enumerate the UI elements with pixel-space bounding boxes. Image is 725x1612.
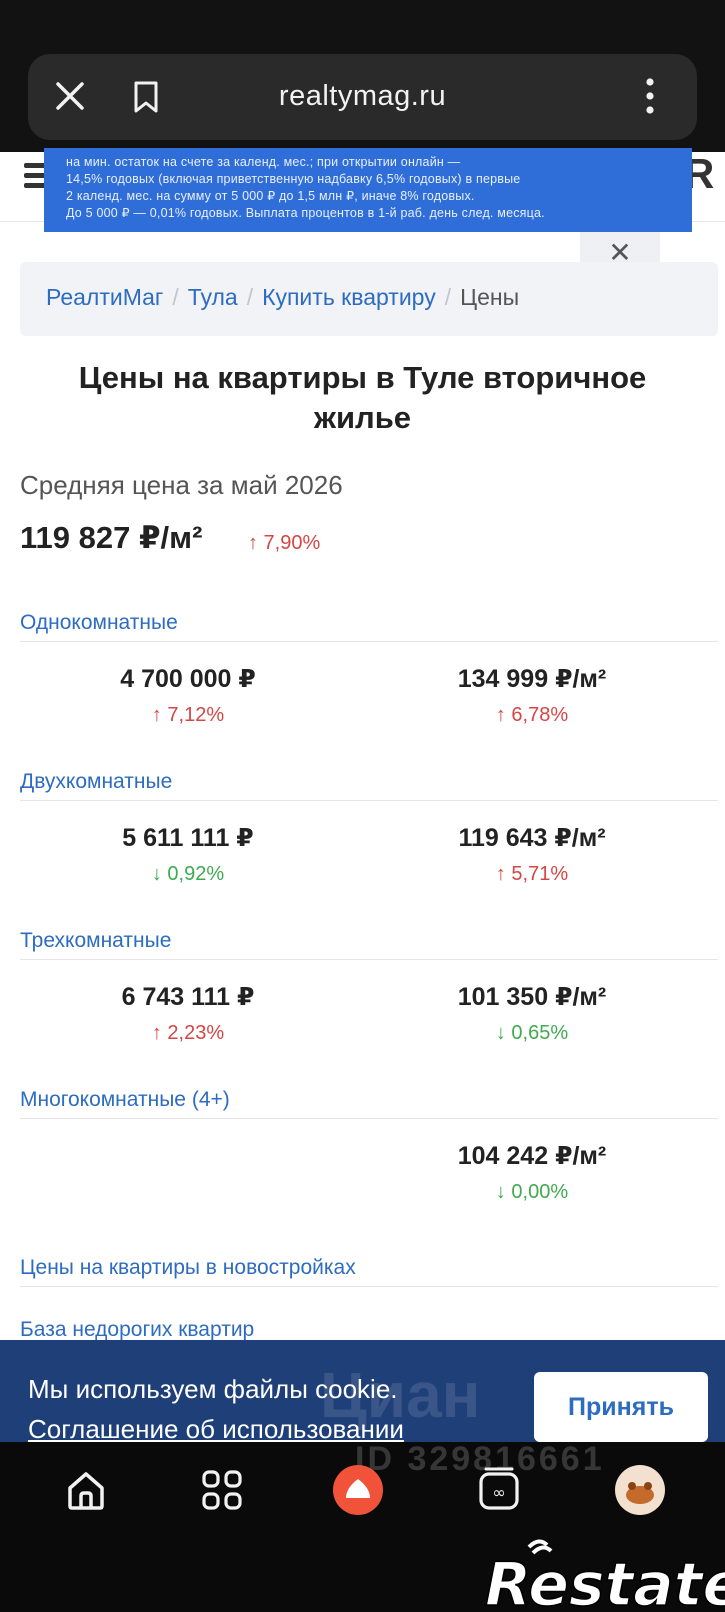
- three-room-price-change: ↑ 2,23%: [151, 1022, 225, 1044]
- one-room-price-per-m2: 134 999 ₽/м²: [457, 665, 607, 693]
- section-one-room[interactable]: Однокомнатные: [20, 611, 718, 642]
- average-price-value: 119 827 ₽/м²: [20, 520, 203, 555]
- breadcrumb-link-buy[interactable]: Купить квартиру: [262, 284, 436, 310]
- home-icon[interactable]: [58, 1462, 114, 1518]
- page-title: Цены на квартиры в Туле вторичное жилье: [78, 360, 647, 435]
- breadcrumb-separator: /: [444, 284, 452, 310]
- close-icon[interactable]: [52, 78, 88, 114]
- profile-icon[interactable]: [612, 1462, 668, 1518]
- ad-line: 2 календ. мес. на сумму от 5 000 ₽ до 1,…: [66, 189, 475, 203]
- ad-line: До 5 000 ₽ — 0,01% годовых. Выплата проц…: [66, 206, 545, 220]
- section-two-room[interactable]: Двухкомнатные: [20, 770, 718, 801]
- ad-line: на мин. остаток на счете за календ. мес.…: [66, 155, 461, 169]
- section-three-room[interactable]: Трехкомнатные: [20, 929, 718, 960]
- cookie-agreement-link[interactable]: Соглашение об использовании: [28, 1414, 404, 1445]
- ad-banner[interactable]: на мин. остаток на счете за календ. мес.…: [44, 148, 692, 232]
- svg-text:∞: ∞: [492, 1483, 505, 1502]
- average-price-change: ↑ 7,90%: [248, 532, 321, 554]
- accept-cookie-button[interactable]: Принять: [534, 1372, 708, 1442]
- breadcrumb-link-city[interactable]: Тула: [188, 284, 238, 310]
- breadcrumb: РеалтиМаг / Тула / Купить квартиру / Цены: [20, 262, 718, 336]
- two-room-per-m2-change: ↑ 5,71%: [495, 863, 569, 885]
- three-room-price: 6 743 111 ₽: [121, 983, 255, 1011]
- multi-room-per-m2-change: ↓ 0,00%: [495, 1181, 569, 1203]
- restate-logo-text: Restate: [485, 1550, 725, 1612]
- three-room-price-per-m2: 101 350 ₽/м²: [457, 983, 607, 1011]
- multi-room-price-per-m2: 104 242 ₽/м²: [457, 1142, 607, 1170]
- three-room-per-m2-change: ↓ 0,65%: [495, 1022, 569, 1044]
- new-buildings-link[interactable]: Цены на квартиры в новостройках: [20, 1256, 718, 1287]
- alice-icon[interactable]: [330, 1462, 386, 1518]
- url-text[interactable]: realtymag.ru: [200, 80, 525, 113]
- apps-icon[interactable]: [194, 1462, 250, 1518]
- more-vert-icon[interactable]: [640, 76, 660, 116]
- breadcrumb-link-home[interactable]: РеалтиМаг: [46, 284, 163, 310]
- average-price-label: Средняя цена за май 2026: [20, 470, 343, 500]
- restate-logo: Restate: [485, 1539, 725, 1612]
- menu-icon[interactable]: [24, 158, 46, 194]
- two-room-price: 5 611 111 ₽: [122, 824, 254, 852]
- breadcrumb-current: Цены: [460, 284, 520, 310]
- tabs-icon[interactable]: ∞: [472, 1462, 528, 1518]
- bookmark-icon[interactable]: [130, 80, 162, 114]
- ad-line: 14,5% годовых (включая приветственную на…: [66, 172, 521, 186]
- two-room-price-change: ↓ 0,92%: [151, 863, 225, 885]
- breadcrumb-separator: /: [246, 284, 254, 310]
- section-multi-room[interactable]: Многокомнатные (4+): [20, 1088, 718, 1119]
- breadcrumb-separator: /: [172, 284, 179, 310]
- cookie-text: Мы используем файлы cookie.: [28, 1374, 398, 1404]
- one-room-price: 4 700 000 ₽: [120, 665, 256, 693]
- two-room-price-per-m2: 119 643 ₽/м²: [458, 824, 606, 852]
- one-room-price-change: ↑ 7,12%: [151, 704, 225, 726]
- one-room-per-m2-change: ↑ 6,78%: [495, 704, 569, 726]
